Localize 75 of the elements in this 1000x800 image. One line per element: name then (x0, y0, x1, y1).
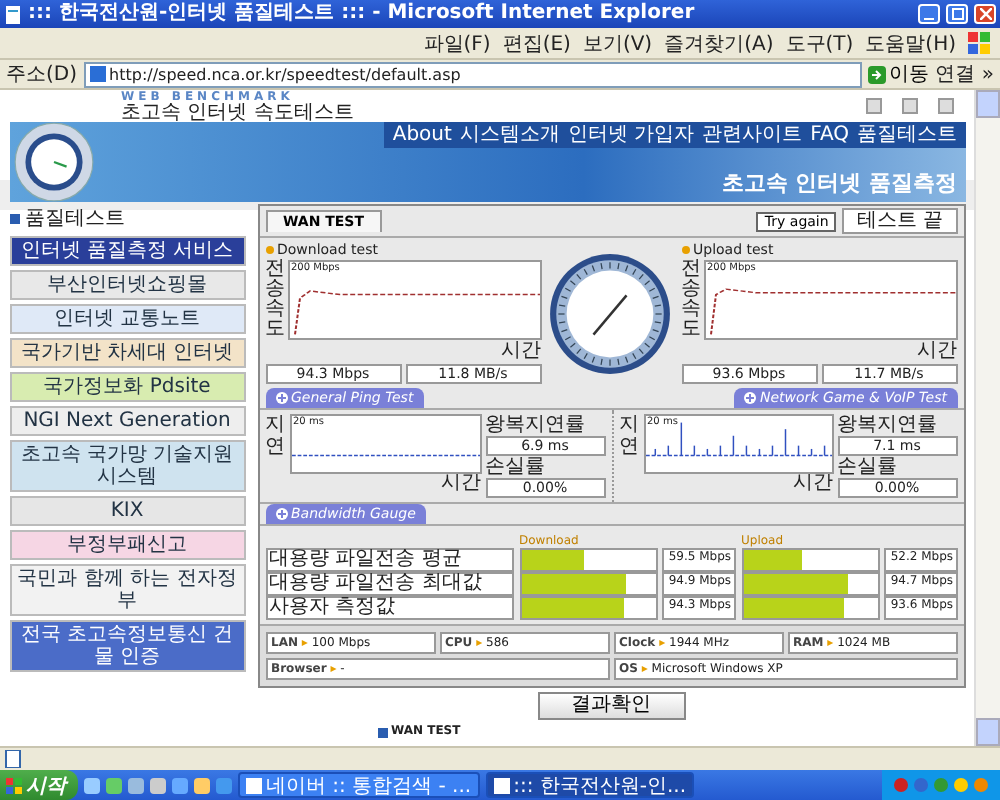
axis-label: 전송속도 (681, 260, 701, 340)
sidebar-banner[interactable]: 국민과 함께 하는 전자정부 (9, 564, 245, 616)
menu-item[interactable]: 도움말(H) (865, 29, 956, 57)
sidebar-banner[interactable]: 초고속 국가망 기술지원 시스템 (9, 440, 245, 492)
nav-link[interactable]: 품질테스트 (857, 124, 957, 146)
page-icon (493, 777, 510, 793)
arrow-icon (867, 65, 886, 83)
banner-title: 초고속 인터넷 품질측정 (719, 168, 959, 200)
axis-label: 시간 (791, 474, 833, 494)
menu-item[interactable]: 즐겨찾기(A) (664, 29, 774, 57)
row-label: 대용량 파일전송 평균 (265, 548, 513, 572)
sidebar-banner[interactable]: 전국 초고속정보통신 건물 인증 (9, 620, 245, 672)
page-icon (246, 777, 262, 793)
stat-label: 손실률 (837, 456, 899, 478)
sidebar-heading: 품질테스트 (25, 206, 125, 232)
nav-link[interactable]: About (392, 124, 452, 146)
sidebar-banner[interactable]: 인터넷 교통노트 (9, 304, 245, 334)
address-field[interactable]: http://speed.nca.or.kr/speedtest/default.asp (83, 61, 862, 87)
menu-item[interactable]: 도구(T) (785, 29, 854, 57)
nav-link[interactable]: 인터넷 가입자 (567, 124, 695, 146)
taskbar-button[interactable]: ::: 한국전산원-인... (485, 772, 695, 798)
stat-label: 손실률 (485, 456, 547, 478)
minimize-button[interactable] (918, 4, 940, 24)
sidebar-banner[interactable]: KIX (9, 496, 245, 526)
stat-label: 왕복지연률 (485, 414, 587, 436)
page-icon (89, 66, 106, 82)
stat-label: 왕복지연률 (837, 414, 939, 436)
window-title: ::: 한국전산원-인터넷 품질테스트 ::: - Microsoft Internet Explorer (28, 0, 697, 28)
axis-label: 시간 (499, 342, 541, 362)
axis-label: 지연 (619, 414, 639, 462)
plus-icon (744, 392, 757, 404)
nav-link[interactable]: FAQ (810, 124, 849, 146)
go-button[interactable]: 이동 (867, 60, 930, 88)
gauge-drawing (547, 251, 671, 375)
nav-link[interactable]: 시스템소개 (459, 124, 560, 146)
maximize-icon (951, 8, 963, 20)
menu-item[interactable]: 보기(V) (582, 29, 653, 57)
sidebar-banner[interactable]: 부산인터넷쇼핑몰 (9, 270, 245, 300)
result-button[interactable]: 결과확인 (537, 692, 685, 720)
site-title: 초고속 인터넷 속도테스트 (121, 103, 354, 123)
menu-item[interactable]: 편집(E) (502, 29, 571, 57)
status-field: 테스트 끝 (842, 208, 957, 234)
bullet-icon (265, 246, 273, 254)
bullet-icon (9, 213, 19, 223)
axis-label: 지연 (265, 414, 285, 462)
plus-icon (275, 392, 287, 404)
links-button[interactable]: 연결 » (935, 60, 994, 88)
windows-logo-icon (6, 777, 22, 793)
sidebar-banner[interactable]: 인터넷 품질측정 서비스 (9, 236, 245, 266)
bullet-icon (681, 246, 689, 254)
page-icon (4, 5, 22, 23)
sidebar-banner[interactable]: 국가기반 차세대 인터넷 (9, 338, 245, 368)
close-button[interactable] (974, 4, 996, 24)
taskbar-button[interactable]: 네이버 :: 통합검색 - ... (238, 772, 480, 798)
bullet-icon (377, 727, 387, 737)
row-label: 대용량 파일전송 최대값 (265, 572, 513, 596)
nav-icon[interactable] (865, 98, 881, 114)
sidebar-banner[interactable]: NGI Next Generation (9, 406, 245, 436)
axis-label: 시간 (915, 342, 957, 362)
sidebar-banner[interactable]: 국가정보화 Pdsite (9, 372, 245, 402)
scrollbar[interactable] (974, 90, 1000, 746)
axis-label: 시간 (439, 474, 481, 494)
windows-logo-icon (968, 31, 992, 55)
nav-icon[interactable] (937, 98, 953, 114)
maximize-button[interactable] (946, 4, 968, 24)
sidebar-banner[interactable]: 부정부패신고 (9, 530, 245, 560)
nav-icon[interactable] (901, 98, 917, 114)
close-icon (979, 8, 991, 20)
row-label: 사용자 측정값 (265, 596, 513, 620)
menu-item[interactable]: 파일(F) (423, 29, 491, 57)
nav-link[interactable]: 관련사이트 (702, 124, 803, 146)
dial-logo-drawing (13, 122, 93, 202)
plus-icon (275, 508, 287, 520)
address-label: 주소(D) (6, 62, 78, 88)
axis-label: 전송속도 (265, 260, 285, 340)
